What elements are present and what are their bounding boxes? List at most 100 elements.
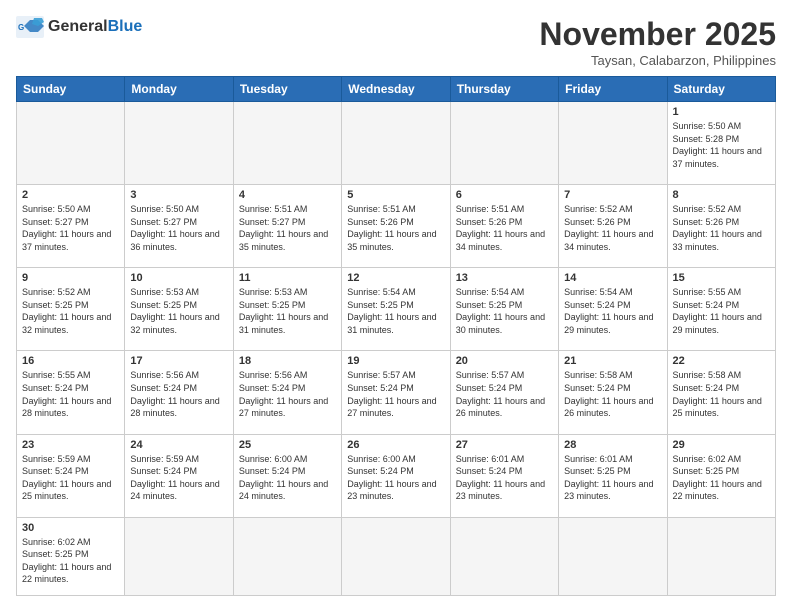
day-number: 5 xyxy=(347,189,444,201)
calendar-cell-5: 5 Sunrise: 5:51 AMSunset: 5:26 PMDaylight… xyxy=(342,185,450,268)
calendar-header-row: SundayMondayTuesdayWednesdayThursdayFrid… xyxy=(17,77,776,102)
calendar-week-6: 30Sunrise: 6:02 AMSunset: 5:25 PMDayligh… xyxy=(17,517,776,595)
day-number: 21 xyxy=(564,355,661,367)
day-number: 11 xyxy=(239,272,336,284)
day-info: Sunrise: 5:56 AMSunset: 5:24 PMDaylight:… xyxy=(239,369,336,419)
calendar-cell-9: 9Sunrise: 5:52 AMSunset: 5:25 PMDaylight… xyxy=(17,268,125,351)
day-info: Sunrise: 6:00 AMSunset: 5:24 PMDaylight:… xyxy=(239,453,336,503)
day-info: Sunrise: 5:50 AMSunset: 5:27 PMDaylight:… xyxy=(22,203,119,253)
day-number: 27 xyxy=(456,439,553,451)
day-info: Sunrise: 5:57 AMSunset: 5:24 PMDaylight:… xyxy=(456,369,553,419)
location: Taysan, Calabarzon, Philippines xyxy=(539,53,776,68)
calendar-cell-empty xyxy=(125,102,233,185)
day-number: 23 xyxy=(22,439,119,451)
calendar-week-2: 2Sunrise: 5:50 AMSunset: 5:27 PMDaylight… xyxy=(17,185,776,268)
day-info: Sunrise: 5:58 AMSunset: 5:24 PMDaylight:… xyxy=(564,369,661,419)
day-number: 24 xyxy=(130,439,227,451)
day-info: Sunrise: 5:54 AMSunset: 5:24 PMDaylight:… xyxy=(564,286,661,336)
calendar-week-1: 1Sunrise: 5:50 AMSunset: 5:28 PMDaylight… xyxy=(17,102,776,185)
day-info: Sunrise: 5:51 AMSunset: 5:27 PMDaylight:… xyxy=(239,203,336,253)
calendar-cell-24: 24Sunrise: 5:59 AMSunset: 5:24 PMDayligh… xyxy=(125,434,233,517)
day-number: 14 xyxy=(564,272,661,284)
calendar-cell-7: 7Sunrise: 5:52 AMSunset: 5:26 PMDaylight… xyxy=(559,185,667,268)
day-number: 16 xyxy=(22,355,119,367)
calendar-cell-16: 16 Sunrise: 5:55 AMSunset: 5:24 PMDayligh… xyxy=(17,351,125,434)
day-number: 19 xyxy=(347,355,444,367)
calendar-cell-29: 29 Sunrise: 6:02 AMSunset: 5:25 PMDayligh… xyxy=(667,434,775,517)
calendar-header-friday: Friday xyxy=(559,77,667,102)
calendar-header-monday: Monday xyxy=(125,77,233,102)
calendar-cell-12: 12 Sunrise: 5:54 AMSunset: 5:25 PMDayligh… xyxy=(342,268,450,351)
calendar-cell-19: 19Sunrise: 5:57 AMSunset: 5:24 PMDayligh… xyxy=(342,351,450,434)
calendar-cell-20: 20 Sunrise: 5:57 AMSunset: 5:24 PMDayligh… xyxy=(450,351,558,434)
svg-text:G: G xyxy=(18,23,24,32)
calendar-cell-23: 23 Sunrise: 5:59 AMSunset: 5:24 PMDayligh… xyxy=(17,434,125,517)
day-number: 29 xyxy=(673,439,770,451)
calendar-cell-empty xyxy=(559,517,667,595)
day-number: 18 xyxy=(239,355,336,367)
calendar-cell-22: 22 Sunrise: 5:58 AMSunset: 5:24 PMDayligh… xyxy=(667,351,775,434)
header: G GeneralBlue November 2025 Taysan, Cala… xyxy=(16,16,776,68)
day-info: Sunrise: 6:01 AMSunset: 5:25 PMDaylight:… xyxy=(564,453,661,503)
calendar-cell-10: 10Sunrise: 5:53 AMSunset: 5:25 PMDayligh… xyxy=(125,268,233,351)
day-info: Sunrise: 5:52 AMSunset: 5:26 PMDaylight:… xyxy=(673,203,770,253)
day-info: Sunrise: 5:53 AMSunset: 5:25 PMDaylight:… xyxy=(239,286,336,336)
day-info: Sunrise: 5:55 AMSunset: 5:24 PMDaylight:… xyxy=(22,369,119,419)
month-title: November 2025 xyxy=(539,16,776,53)
day-number: 8 xyxy=(673,189,770,201)
calendar-cell-empty xyxy=(125,517,233,595)
calendar-cell-empty xyxy=(667,517,775,595)
calendar-cell-21: 21 Sunrise: 5:58 AMSunset: 5:24 PMDayligh… xyxy=(559,351,667,434)
logo-wordmark: GeneralBlue xyxy=(48,19,142,35)
day-number: 17 xyxy=(130,355,227,367)
calendar-header-saturday: Saturday xyxy=(667,77,775,102)
calendar-cell-empty xyxy=(342,517,450,595)
day-info: Sunrise: 5:51 AMSunset: 5:26 PMDaylight:… xyxy=(347,203,444,253)
day-info: Sunrise: 5:51 AMSunset: 5:26 PMDaylight:… xyxy=(456,203,553,253)
day-info: Sunrise: 5:54 AMSunset: 5:25 PMDaylight:… xyxy=(347,286,444,336)
day-number: 9 xyxy=(22,272,119,284)
calendar-cell-28: 28 Sunrise: 6:01 AMSunset: 5:25 PMDayligh… xyxy=(559,434,667,517)
day-info: Sunrise: 6:01 AMSunset: 5:24 PMDaylight:… xyxy=(456,453,553,503)
day-info: Sunrise: 5:59 AMSunset: 5:24 PMDaylight:… xyxy=(22,453,119,503)
day-number: 20 xyxy=(456,355,553,367)
calendar-cell-17: 17 Sunrise: 5:56 AMSunset: 5:24 PMDayligh… xyxy=(125,351,233,434)
logo-icon: G xyxy=(16,16,44,38)
day-info: Sunrise: 5:54 AMSunset: 5:25 PMDaylight:… xyxy=(456,286,553,336)
day-number: 30 xyxy=(22,522,119,534)
day-number: 6 xyxy=(456,189,553,201)
calendar-cell-empty xyxy=(17,102,125,185)
logo-text: GeneralBlue xyxy=(48,19,142,35)
day-info: Sunrise: 5:55 AMSunset: 5:24 PMDaylight:… xyxy=(673,286,770,336)
calendar-cell-18: 18 Sunrise: 5:56 AMSunset: 5:24 PMDayligh… xyxy=(233,351,341,434)
day-info: Sunrise: 5:50 AMSunset: 5:27 PMDaylight:… xyxy=(130,203,227,253)
calendar-cell-14: 14 Sunrise: 5:54 AMSunset: 5:24 PMDayligh… xyxy=(559,268,667,351)
calendar-cell-2: 2Sunrise: 5:50 AMSunset: 5:27 PMDaylight… xyxy=(17,185,125,268)
day-info: Sunrise: 6:00 AMSunset: 5:24 PMDaylight:… xyxy=(347,453,444,503)
day-info: Sunrise: 5:56 AMSunset: 5:24 PMDaylight:… xyxy=(130,369,227,419)
day-number: 1 xyxy=(673,106,770,118)
day-number: 22 xyxy=(673,355,770,367)
day-number: 3 xyxy=(130,189,227,201)
calendar-cell-26: 26 Sunrise: 6:00 AMSunset: 5:24 PMDayligh… xyxy=(342,434,450,517)
day-number: 26 xyxy=(347,439,444,451)
day-info: Sunrise: 6:02 AMSunset: 5:25 PMDaylight:… xyxy=(673,453,770,503)
day-number: 13 xyxy=(456,272,553,284)
calendar-cell-8: 8 Sunrise: 5:52 AMSunset: 5:26 PMDaylight… xyxy=(667,185,775,268)
day-number: 12 xyxy=(347,272,444,284)
calendar-cell-15: 15Sunrise: 5:55 AMSunset: 5:24 PMDayligh… xyxy=(667,268,775,351)
title-block: November 2025 Taysan, Calabarzon, Philip… xyxy=(539,16,776,68)
calendar-cell-empty xyxy=(342,102,450,185)
day-number: 25 xyxy=(239,439,336,451)
calendar-cell-13: 13 Sunrise: 5:54 AMSunset: 5:25 PMDayligh… xyxy=(450,268,558,351)
calendar-cell-1: 1Sunrise: 5:50 AMSunset: 5:28 PMDaylight… xyxy=(667,102,775,185)
day-info: Sunrise: 5:58 AMSunset: 5:24 PMDaylight:… xyxy=(673,369,770,419)
calendar-table: SundayMondayTuesdayWednesdayThursdayFrid… xyxy=(16,76,776,596)
day-info: Sunrise: 5:52 AMSunset: 5:26 PMDaylight:… xyxy=(564,203,661,253)
calendar-week-3: 9Sunrise: 5:52 AMSunset: 5:25 PMDaylight… xyxy=(17,268,776,351)
day-number: 28 xyxy=(564,439,661,451)
calendar-cell-empty xyxy=(233,102,341,185)
day-number: 4 xyxy=(239,189,336,201)
calendar-cell-empty xyxy=(450,102,558,185)
calendar-cell-3: 3 Sunrise: 5:50 AMSunset: 5:27 PMDaylight… xyxy=(125,185,233,268)
